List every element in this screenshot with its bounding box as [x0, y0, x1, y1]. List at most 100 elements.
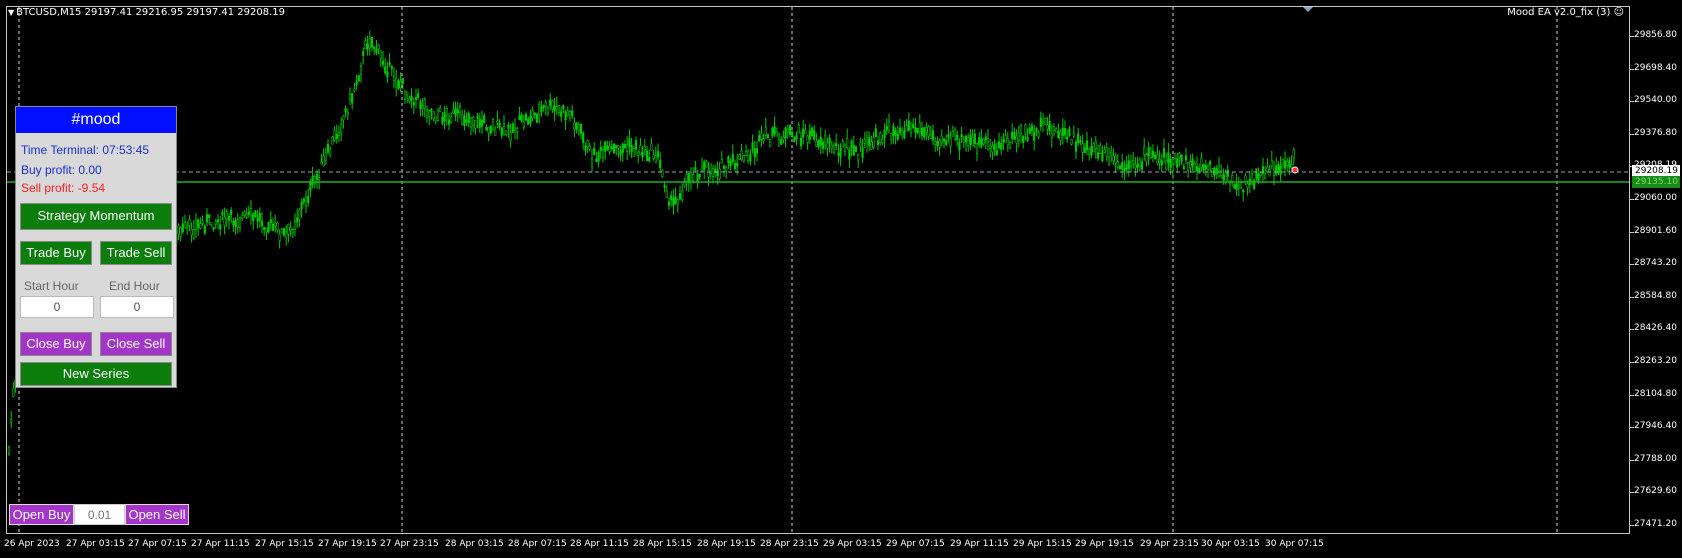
- time-tick-label: 28 Apr 23:15: [760, 539, 819, 549]
- candlestick-chart[interactable]: [7, 7, 1630, 534]
- candle-body: [326, 143, 330, 153]
- candle-body: [1171, 164, 1174, 171]
- candle-body: [953, 129, 957, 140]
- candle-body: [945, 140, 948, 146]
- candle-body: [643, 146, 646, 151]
- candle-body: [698, 173, 701, 178]
- time-axis[interactable]: 26 Apr 2023 27 Apr 03:15 27 Apr 07:15 27 Ap…: [0, 537, 1630, 557]
- candle-body: [487, 127, 490, 134]
- candle-body: [826, 142, 829, 149]
- candle-body: [1149, 148, 1152, 159]
- candle-body: [672, 197, 675, 207]
- trade-buy-button[interactable]: Trade Buy: [20, 241, 92, 265]
- candle-body: [958, 141, 961, 151]
- candle-body: [1279, 165, 1282, 176]
- candle-body: [909, 128, 913, 134]
- candle-body: [1083, 147, 1086, 153]
- time-tick-label: 28 Apr 07:15: [508, 539, 567, 549]
- candle-body: [177, 225, 180, 235]
- candle-body: [362, 51, 365, 56]
- sell-profit-text: Sell profit: -9.54: [21, 181, 106, 195]
- candle-body: [535, 113, 539, 123]
- candle-body: [1255, 168, 1258, 179]
- price-tick-label: 28104.80: [1630, 388, 1677, 399]
- buy-profit-text: Buy profit: 0.00: [21, 163, 102, 177]
- start-hour-input[interactable]: [20, 296, 94, 318]
- price-tick-label: 28901.60: [1630, 225, 1677, 236]
- candle-body: [1167, 152, 1170, 163]
- candle-body: [678, 193, 682, 200]
- candle-body: [793, 137, 796, 143]
- close-sell-button[interactable]: Close Sell: [100, 332, 172, 356]
- candle-body: [890, 133, 893, 140]
- candle-body: [681, 190, 684, 200]
- new-series-button[interactable]: New Series: [20, 362, 172, 386]
- candle-body: [689, 172, 693, 183]
- candle-body: [766, 134, 770, 138]
- candle-body: [454, 107, 457, 117]
- candle-body: [474, 120, 477, 129]
- candle-body: [892, 125, 895, 137]
- candle-body: [203, 225, 206, 234]
- candle-body: [260, 220, 264, 227]
- candle-body: [509, 132, 512, 141]
- candle-body: [254, 210, 257, 217]
- candle-body: [1176, 158, 1179, 168]
- price-tick-label: 27471.20: [1630, 519, 1677, 529]
- candle-body: [335, 134, 338, 140]
- candle-body: [1143, 146, 1146, 155]
- candle-body: [982, 138, 985, 145]
- candle-body: [736, 162, 739, 167]
- price-axis[interactable]: 29856.8029698.4029540.0029376.8029208.19…: [1630, 0, 1682, 558]
- candle-body: [1173, 152, 1177, 159]
- candle-body: [564, 111, 567, 121]
- lot-size-input[interactable]: [74, 504, 125, 525]
- candle-body: [296, 217, 299, 223]
- candle-body: [216, 219, 220, 223]
- candle-body: [1081, 143, 1084, 153]
- candle-body: [333, 130, 336, 141]
- candle-body: [1193, 163, 1196, 172]
- candle-body: [408, 98, 411, 102]
- candle-body: [1162, 148, 1166, 158]
- price-chart[interactable]: [6, 6, 1630, 534]
- triangle-down-icon[interactable]: ▼: [8, 8, 14, 17]
- expert-advisor-label[interactable]: Mood EA v2.0_fix (3) ☺: [1507, 7, 1624, 18]
- candle-body: [377, 44, 380, 50]
- candle-body: [604, 141, 607, 152]
- candle-body: [447, 119, 451, 125]
- candle-body: [381, 60, 385, 65]
- candle-body: [232, 220, 235, 226]
- open-sell-button[interactable]: Open Sell: [125, 504, 189, 525]
- candle-body: [852, 145, 855, 156]
- candle-body: [1244, 175, 1247, 183]
- candle-body: [973, 133, 976, 144]
- open-buy-button[interactable]: Open Buy: [9, 504, 74, 525]
- candle-body: [1028, 128, 1031, 134]
- candle-body: [795, 134, 798, 140]
- strategy-button[interactable]: Strategy Momentum: [20, 203, 172, 230]
- candle-body: [359, 65, 363, 76]
- candle-body: [894, 130, 897, 136]
- end-hour-input[interactable]: [100, 296, 174, 318]
- close-buy-button[interactable]: Close Buy: [20, 332, 92, 356]
- candle-body: [300, 201, 303, 210]
- candle-body: [588, 145, 591, 150]
- candle-body: [626, 144, 629, 152]
- candle-body: [221, 211, 224, 216]
- candle-body: [881, 138, 884, 143]
- candle-body: [386, 71, 389, 78]
- candle-body: [183, 222, 187, 229]
- candle-body: [1037, 132, 1040, 137]
- candle-body: [1026, 136, 1029, 141]
- candle-body: [1094, 141, 1097, 150]
- candle-body: [837, 152, 840, 156]
- candle-body: [1165, 160, 1168, 170]
- trade-sell-button[interactable]: Trade Sell: [100, 241, 172, 265]
- candle-body: [368, 38, 371, 49]
- candle-body: [412, 101, 415, 106]
- candle-body: [1147, 147, 1150, 156]
- candle-body: [1127, 160, 1130, 170]
- panel-title[interactable]: #mood: [16, 107, 176, 133]
- candle-body: [439, 107, 442, 112]
